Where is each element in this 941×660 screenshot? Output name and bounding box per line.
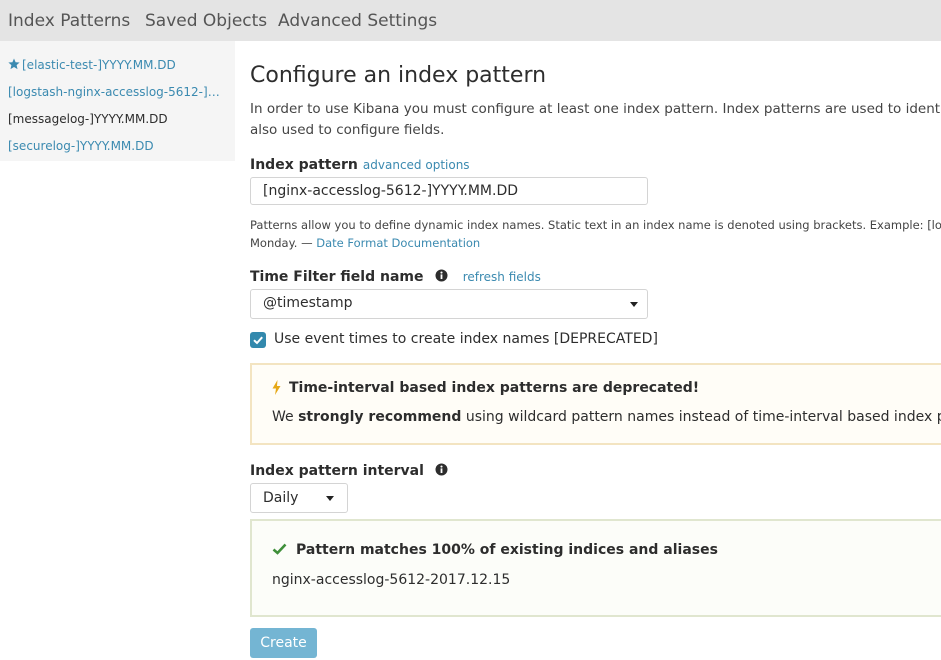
warning-body-post: using wildcard pattern names instead of … [465,409,941,425]
index-pattern-input-value: [nginx-accesslog-5612-]YYYY.MM.DD [263,183,519,199]
create-button[interactable]: Create [250,628,317,658]
sidebar-item-logstash-nginx[interactable]: [logstash-nginx-accesslog-5612-]YYYY.MM.… [8,85,223,99]
tab-index-patterns[interactable]: Index Patterns [8,11,130,31]
index-pattern-input[interactable]: [nginx-accesslog-5612-]YYYY.MM.DD [250,177,648,205]
top-nav: Index Patterns Saved Objects Advanced Se… [0,0,941,41]
page-title: Configure an index pattern [250,63,547,88]
info-icon[interactable] [435,269,448,282]
refresh-fields-link[interactable]: refresh fields [463,270,541,284]
use-event-times-label: Use event times to create index names [D… [274,331,658,347]
chevron-down-icon [326,496,334,501]
interval-select-value: Daily [263,490,299,506]
success-title: Pattern matches 100% of existing indices… [296,542,718,558]
lightning-bolt-icon [272,380,281,395]
pattern-help-line2: Monday. — [250,236,317,250]
sidebar-item-messagelog[interactable]: [messagelog-]YYYY.MM.DD [8,112,223,126]
intro-text-line2: also used to configure fields. [250,122,445,138]
index-pattern-label: Index pattern [250,157,358,173]
time-filter-label: Time Filter field name [250,269,424,285]
checkmark-icon [253,336,263,345]
matched-index-name: nginx-accesslog-5612-2017.12.15 [272,572,511,588]
pattern-help-line1: Patterns allow you to define dynamic ind… [250,218,941,232]
sidebar-item-securelog[interactable]: [securelog-]YYYY.MM.DD [8,139,223,153]
tab-advanced-settings[interactable]: Advanced Settings [278,11,437,31]
tab-saved-objects[interactable]: Saved Objects [145,11,267,31]
date-format-documentation-link[interactable]: Date Format Documentation [316,236,480,250]
deprecation-warning-callout: Time-interval based index patterns are d… [250,363,941,445]
intro-text-line1: In order to use Kibana you must configur… [250,101,941,117]
time-field-select[interactable]: @timestamp [250,289,648,319]
warning-title: Time-interval based index patterns are d… [289,380,700,396]
chevron-down-icon [630,302,638,307]
sidebar-item-label: [elastic-test-]YYYY.MM.DD [22,58,176,72]
warning-body: We strongly recommend using wildcard pat… [272,409,941,425]
use-event-times-checkbox[interactable] [250,332,266,348]
interval-label: Index pattern interval [250,463,424,479]
info-icon[interactable] [435,463,448,476]
time-field-select-value: @timestamp [263,295,353,311]
check-icon [272,543,287,555]
star-icon [8,58,20,70]
sidebar-item-elastic-test[interactable]: [elastic-test-]YYYY.MM.DD [8,58,223,72]
warning-body-pre: We [272,409,299,425]
advanced-options-link[interactable]: advanced options [363,158,470,172]
warning-body-strong: strongly recommend [298,409,462,425]
pattern-match-callout: Pattern matches 100% of existing indices… [250,519,941,617]
configure-index-pattern-form: Configure an index pattern In order to u… [250,41,941,660]
interval-select[interactable]: Daily [250,483,348,513]
index-pattern-list: [elastic-test-]YYYY.MM.DD [logstash-ngin… [0,41,235,161]
